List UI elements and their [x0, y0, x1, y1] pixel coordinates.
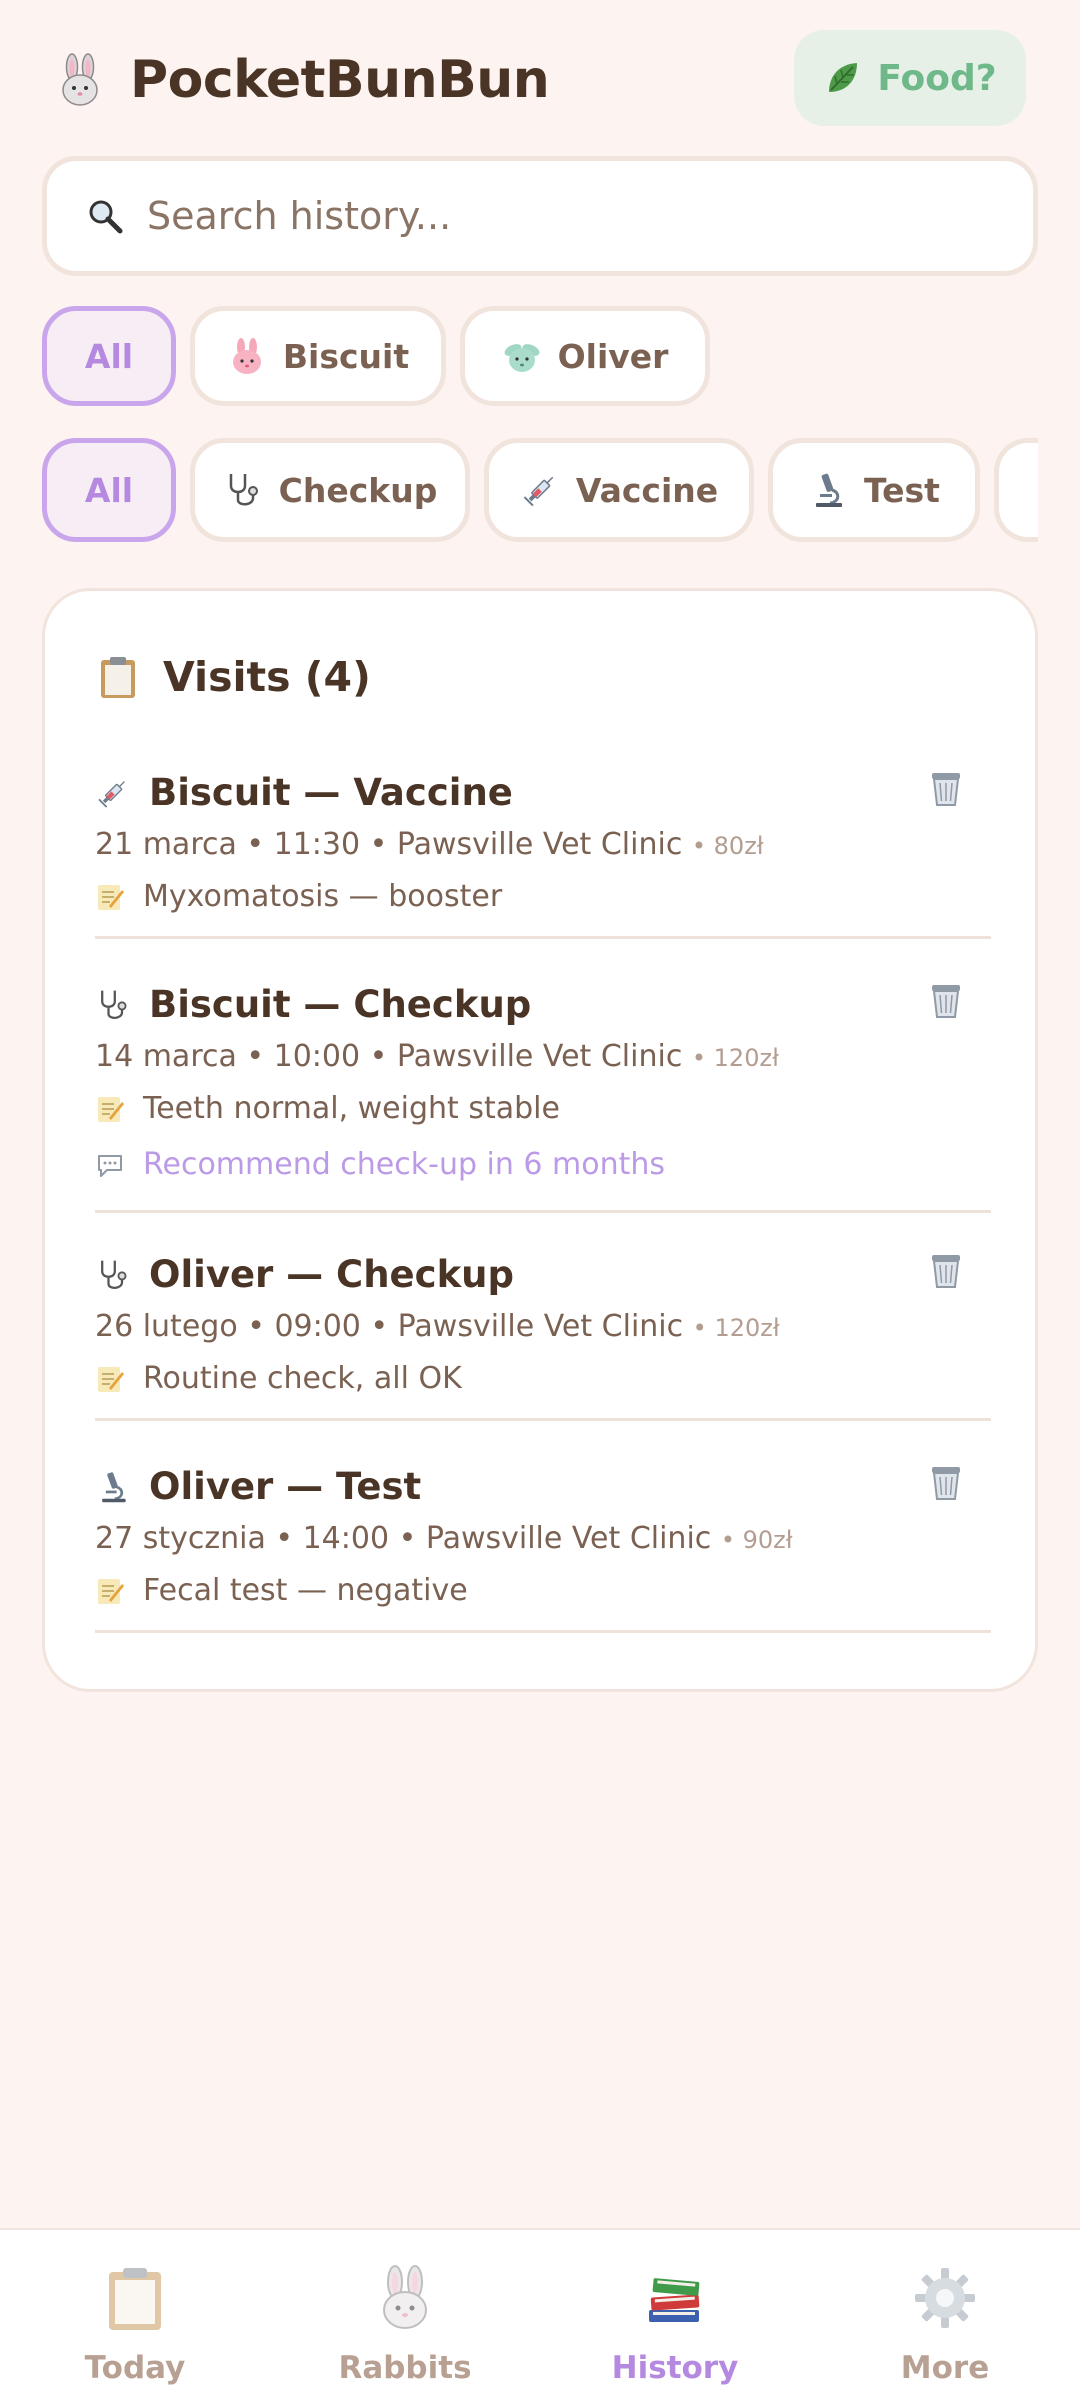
chip-label: All [84, 336, 134, 376]
type-filter-vaccine[interactable]: Vaccine [484, 438, 754, 542]
visit-note: Fecal test — negative [95, 1573, 468, 1608]
type-filter-row: All Checkup Vaccine Test [0, 438, 1080, 546]
nav-today[interactable]: Today [0, 2230, 270, 2400]
visit-note: Teeth normal, weight stable [95, 1091, 560, 1126]
type-filter-checkup[interactable]: Checkup [190, 438, 470, 542]
visit-item[interactable]: Biscuit — Vaccine 21 marca • 11:30 • Paw… [95, 771, 991, 939]
visit-note: Myxomatosis — booster [95, 879, 502, 914]
nav-rabbits-label: Rabbits [338, 2350, 472, 2386]
trash-icon[interactable] [925, 979, 967, 1021]
type-filter-all[interactable]: All [42, 438, 176, 542]
app-screen: PocketBunBun Food? All [0, 0, 1080, 2400]
visit-note-text: Routine check, all OK [143, 1361, 462, 1396]
visit-meta: 26 lutego • 09:00 • Pawsville Vet Clinic… [95, 1309, 780, 1344]
visit-title-row: Oliver — Checkup [95, 1253, 514, 1296]
microscope-icon [102, 1471, 126, 1502]
visit-price: • 90zł [720, 1526, 793, 1554]
nav-more-label: More [900, 2350, 990, 2386]
leafy-green-icon [829, 63, 858, 92]
visit-title-row: Biscuit — Vaccine [95, 771, 513, 814]
visit-item[interactable]: Biscuit — Checkup 14 marca • 10:00 • Paw… [95, 983, 991, 1213]
visit-title: Oliver — Checkup [149, 1253, 514, 1296]
clipboard-icon [101, 657, 135, 698]
stethoscope-icon [229, 474, 258, 506]
visit-note-text: Teeth normal, weight stable [143, 1091, 560, 1126]
card-title: Visits (4) [163, 653, 371, 701]
trash-icon[interactable] [925, 1461, 967, 1503]
visit-title: Biscuit — Checkup [149, 983, 532, 1026]
rabbit-filter-all[interactable]: All [42, 306, 176, 406]
syringe-icon [523, 476, 554, 507]
visit-meta-text: 21 marca • 11:30 • Pawsville Vet Clinic [95, 827, 683, 862]
mint-bunny-icon [504, 344, 540, 372]
nav-history-label: History [611, 2350, 739, 2386]
header: PocketBunBun Food? [0, 0, 1080, 150]
microscope-icon [816, 473, 843, 507]
card-header: Visits (4) [95, 653, 371, 701]
rabbit-filter-row: All Biscuit Oliver [0, 306, 1080, 410]
food-button-label: Food? [877, 57, 997, 99]
visit-meta-text: 27 stycznia • 14:00 • Pawsville Vet Clin… [95, 1521, 712, 1556]
magnifier-icon [89, 200, 123, 234]
syringe-icon [98, 780, 125, 808]
memo-icon [98, 1366, 124, 1392]
visit-meta-text: 14 marca • 10:00 • Pawsville Vet Clinic [95, 1039, 683, 1074]
visit-meta: 14 marca • 10:00 • Pawsville Vet Clinic … [95, 1039, 779, 1074]
pink-bunny-icon [232, 338, 261, 374]
visit-title: Oliver — Test [149, 1465, 422, 1508]
rabbit-logo-icon [62, 53, 98, 106]
visit-title-row: Biscuit — Checkup [95, 983, 531, 1026]
type-filter-more[interactable] [994, 438, 1038, 542]
visit-title-row: Oliver — Test [95, 1465, 421, 1508]
memo-icon [98, 1096, 124, 1122]
chip-label: Oliver [557, 336, 669, 376]
visit-note-text: Myxomatosis — booster [143, 879, 503, 914]
speech-bubble-icon [98, 1154, 122, 1177]
search-input[interactable] [147, 194, 967, 238]
nav-more[interactable]: More [810, 2230, 1080, 2400]
visit-item[interactable]: Oliver — Test 27 stycznia • 14:00 • Paws… [95, 1465, 991, 1633]
visit-comment: Recommend check-up in 6 months [95, 1147, 665, 1182]
chip-label: Test [864, 470, 940, 510]
visit-comment-text: Recommend check-up in 6 months [143, 1147, 666, 1182]
chip-label: Biscuit [282, 336, 410, 376]
nav-today-label: Today [84, 2350, 186, 2386]
gear-icon [915, 2268, 975, 2328]
nav-rabbits[interactable]: Rabbits [270, 2230, 540, 2400]
visit-price: • 120zł [692, 1314, 780, 1342]
visit-item[interactable]: Oliver — Checkup 26 lutego • 09:00 • Paw… [95, 1253, 991, 1421]
rabbit-filter-oliver[interactable]: Oliver [460, 306, 710, 406]
visit-note-text: Fecal test — negative [143, 1573, 468, 1608]
visit-meta: 27 stycznia • 14:00 • Pawsville Vet Clin… [95, 1521, 793, 1556]
stethoscope-icon [101, 1260, 127, 1289]
chip-label: Vaccine [575, 470, 719, 510]
trash-icon[interactable] [925, 767, 967, 809]
memo-icon [98, 1578, 124, 1604]
visit-price: • 120zł [691, 1044, 779, 1072]
books-icon [649, 2278, 700, 2322]
rabbit-filter-biscuit[interactable]: Biscuit [190, 306, 446, 406]
visits-card: Visits (4) Biscuit — Vaccine 21 marca • … [42, 588, 1038, 1692]
stethoscope-icon [101, 990, 127, 1019]
app-title: PocketBunBun [130, 50, 550, 110]
bottom-nav: Today Rabbits History More [0, 2228, 1080, 2400]
memo-icon [98, 884, 124, 910]
visit-title: Biscuit — Vaccine [149, 771, 513, 814]
nav-history[interactable]: History [540, 2230, 810, 2400]
search-bar[interactable] [42, 156, 1038, 276]
visit-price: • 80zł [691, 832, 764, 860]
food-button[interactable]: Food? [794, 30, 1026, 126]
clipboard-icon [109, 2268, 161, 2330]
visit-meta: 21 marca • 11:30 • Pawsville Vet Clinic … [95, 827, 764, 862]
chip-label: Checkup [278, 470, 438, 510]
visit-meta-text: 26 lutego • 09:00 • Pawsville Vet Clinic [95, 1309, 684, 1344]
visit-note: Routine check, all OK [95, 1361, 462, 1396]
rabbit-icon [383, 2265, 427, 2329]
type-filter-test[interactable]: Test [768, 438, 980, 542]
trash-icon[interactable] [925, 1249, 967, 1291]
chip-label: All [84, 470, 134, 510]
